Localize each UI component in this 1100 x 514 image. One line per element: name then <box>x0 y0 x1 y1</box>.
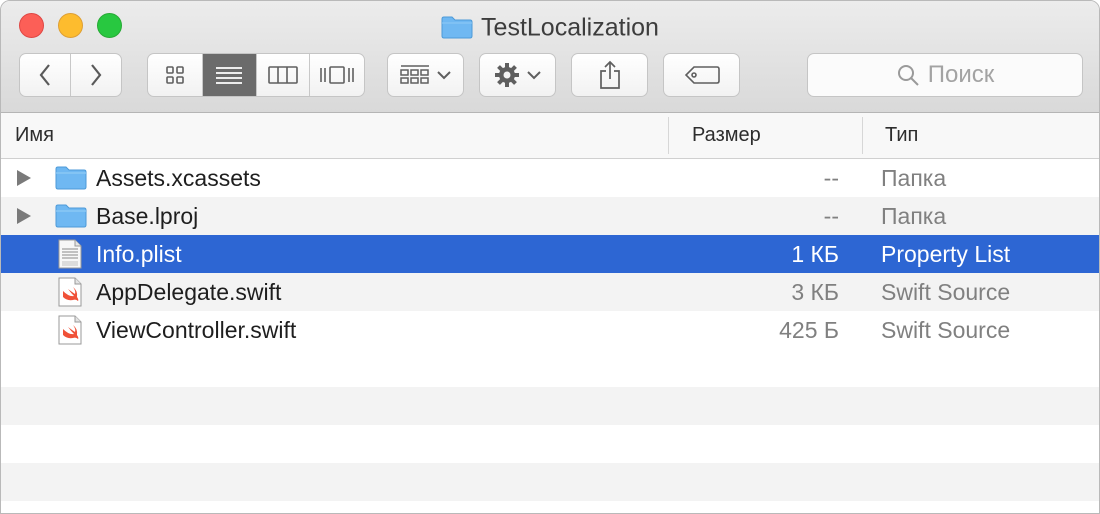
file-name: ViewController.swift <box>96 317 297 343</box>
file-kind: Папка <box>881 165 947 191</box>
file-kind: Swift Source <box>881 279 1011 305</box>
empty-row <box>1 387 1099 425</box>
tags-button[interactable] <box>663 53 740 97</box>
folder-icon <box>55 166 87 190</box>
file-kind: Property List <box>881 241 1011 267</box>
file-name: Assets.xcassets <box>96 165 261 191</box>
file-kind: Папка <box>881 203 947 229</box>
arrange-button[interactable] <box>387 53 464 97</box>
empty-row <box>1 349 1099 387</box>
columns-icon <box>268 66 298 84</box>
back-button[interactable] <box>20 54 71 96</box>
list-view-button[interactable] <box>202 54 257 96</box>
column-size-header[interactable]: Размер <box>692 113 761 158</box>
disclosure-triangle-icon[interactable] <box>17 170 31 186</box>
search-placeholder: Поиск <box>927 61 995 88</box>
column-kind-header[interactable]: Тип <box>885 113 918 158</box>
forward-button[interactable] <box>71 54 121 96</box>
icon-view-button[interactable] <box>148 54 203 96</box>
column-divider[interactable] <box>862 117 863 154</box>
gear-icon <box>494 63 519 87</box>
file-row[interactable]: ViewController.swift 425 Б Swift Source <box>1 311 1099 349</box>
search-field[interactable]: Поиск <box>807 53 1083 97</box>
column-divider[interactable] <box>668 117 669 154</box>
chevron-down-icon <box>436 71 451 80</box>
file-size: 1 КБ <box>791 241 839 267</box>
action-button[interactable] <box>479 53 556 97</box>
column-name-header[interactable]: Имя <box>15 113 54 158</box>
file-name: AppDelegate.swift <box>96 279 282 305</box>
chevron-left-icon <box>39 64 50 86</box>
file-size: 3 КБ <box>791 279 839 305</box>
arrange-icon <box>399 65 429 84</box>
folder-icon <box>55 204 87 228</box>
file-row[interactable]: Assets.xcassets -- Папка <box>1 159 1099 197</box>
plist-file-icon <box>58 239 82 269</box>
file-size: -- <box>823 203 839 229</box>
file-row[interactable]: Base.lproj -- Папка <box>1 197 1099 235</box>
column-view-button[interactable] <box>257 54 311 96</box>
empty-row <box>1 463 1099 501</box>
cover-flow-view-button[interactable] <box>310 54 364 96</box>
share-button[interactable] <box>571 53 648 97</box>
search-icon <box>897 65 919 86</box>
file-name: Info.plist <box>96 241 182 267</box>
chevron-right-icon <box>91 64 102 86</box>
file-name: Base.lproj <box>96 203 199 229</box>
tag-icon <box>684 66 720 84</box>
window-title: TestLocalization <box>1 9 1099 43</box>
grid-icon <box>166 66 184 84</box>
finder-window: TestLocalization Поиск Имя Размер Тип As… <box>0 0 1100 514</box>
navigation-buttons <box>19 53 122 97</box>
file-row[interactable]: Info.plist 1 КБ Property List <box>1 235 1099 273</box>
chevron-down-icon <box>526 71 541 80</box>
swift-file-icon <box>58 277 82 307</box>
file-kind: Swift Source <box>881 317 1011 343</box>
empty-row <box>1 425 1099 463</box>
swift-file-icon <box>58 315 82 345</box>
share-icon <box>599 60 620 89</box>
cover-flow-icon <box>320 66 354 84</box>
file-row[interactable]: AppDelegate.swift 3 КБ Swift Source <box>1 273 1099 311</box>
disclosure-triangle-icon[interactable] <box>17 208 31 224</box>
list-icon <box>216 67 243 84</box>
view-mode-control <box>147 53 365 97</box>
file-size: -- <box>823 165 839 191</box>
folder-icon <box>441 16 473 39</box>
window-title-text: TestLocalization <box>481 13 659 42</box>
toolbar: TestLocalization Поиск <box>1 1 1099 113</box>
file-size: 425 Б <box>779 317 839 343</box>
column-header: Имя Размер Тип <box>1 113 1099 159</box>
